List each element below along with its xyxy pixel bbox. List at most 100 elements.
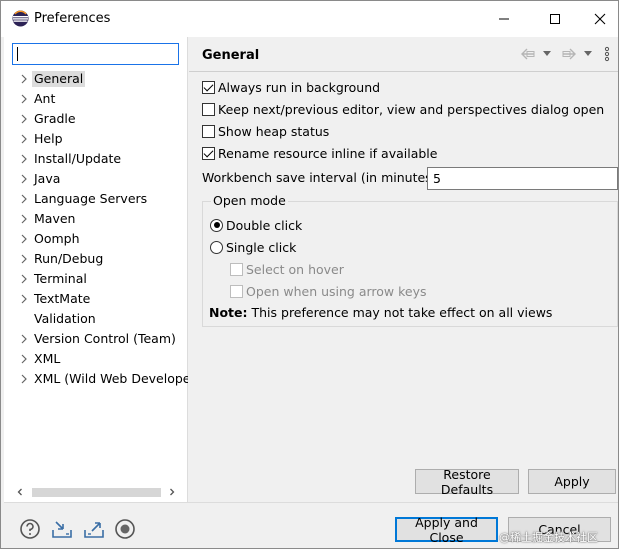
maximize-icon — [550, 14, 560, 24]
window-title: Preferences — [34, 11, 111, 26]
filter-input[interactable] — [12, 43, 179, 65]
apply-and-close-button[interactable]: Apply and Close — [395, 515, 498, 545]
tree-item[interactable]: Help — [4, 129, 188, 149]
forward-arrow-icon[interactable] — [560, 45, 578, 63]
horizontal-scrollbar[interactable] — [12, 484, 182, 500]
chevron-right-icon[interactable] — [19, 174, 29, 184]
header-separator — [189, 71, 618, 72]
always-run-background-option[interactable]: Always run in background — [202, 77, 380, 97]
chevron-right-icon[interactable] — [19, 234, 29, 244]
chevron-right-icon[interactable] — [19, 94, 29, 104]
tree-item[interactable]: Oomph — [4, 229, 188, 249]
tree-item-label: Ant — [34, 91, 56, 106]
tree-item[interactable]: General — [4, 69, 188, 89]
scrollbar-thumb[interactable] — [32, 488, 161, 497]
chevron-right-icon[interactable] — [19, 114, 29, 124]
tree-item[interactable]: TextMate — [4, 289, 188, 309]
tree-item-label: Validation — [34, 311, 96, 326]
export-preferences-icon[interactable] — [82, 517, 106, 541]
close-button[interactable] — [577, 1, 619, 37]
tree-item[interactable]: Gradle — [4, 109, 188, 129]
always-run-background-checkbox[interactable] — [202, 80, 215, 94]
preferences-dialog: Preferences General Ant Gradle Help Install/… — [0, 0, 619, 549]
tree-item-label: Language Servers — [34, 191, 148, 206]
show-heap-status-option[interactable]: Show heap status — [202, 121, 329, 141]
tree-item[interactable]: Maven — [4, 209, 188, 229]
chevron-right-icon[interactable] — [19, 254, 29, 264]
show-heap-status-checkbox[interactable] — [202, 124, 215, 138]
title-bar[interactable]: Preferences — [1, 1, 618, 37]
double-click-radio[interactable] — [210, 218, 223, 232]
chevron-right-icon[interactable] — [19, 134, 29, 144]
save-interval-input[interactable] — [427, 167, 618, 190]
forward-dropdown-icon[interactable] — [579, 45, 597, 63]
chevron-right-icon[interactable] — [19, 194, 29, 204]
open-mode-note: Note: This preference may not take effec… — [209, 305, 553, 320]
maximize-button[interactable] — [532, 1, 578, 37]
save-interval-label: Workbench save interval (in minutes): — [202, 170, 441, 185]
watermark-text: @稀土掘金技术社区 — [499, 531, 598, 544]
back-arrow-icon[interactable] — [519, 45, 537, 63]
tree-item[interactable]: Validation — [4, 309, 188, 329]
open-arrow-keys-option: Open when using arrow keys — [230, 281, 427, 301]
chevron-right-icon[interactable] — [19, 154, 29, 164]
eclipse-icon — [12, 10, 29, 27]
view-menu-icon[interactable] — [598, 45, 616, 63]
tree-item[interactable]: XML — [4, 349, 188, 369]
tree-item[interactable]: Run/Debug — [4, 249, 188, 269]
chevron-right-icon[interactable] — [19, 74, 29, 84]
text-caret — [17, 47, 18, 61]
tree-item-label: XML — [34, 351, 61, 366]
minimize-icon — [499, 18, 509, 20]
footer-separator — [4, 502, 618, 503]
tree-item-label: Install/Update — [34, 151, 122, 166]
chevron-right-icon[interactable] — [19, 274, 29, 284]
tree-item-label: Oomph — [34, 231, 80, 246]
minimize-button[interactable] — [481, 1, 527, 37]
chevron-right-icon[interactable] — [19, 294, 29, 304]
keep-next-previous-option[interactable]: Keep next/previous editor, view and pers… — [202, 99, 604, 119]
chevron-right-icon[interactable] — [19, 334, 29, 344]
tree-item-label: Maven — [34, 211, 76, 226]
keep-next-previous-checkbox[interactable] — [202, 102, 215, 116]
preference-page: General Always run in background Keep ne… — [189, 37, 618, 502]
scroll-left-icon[interactable] — [14, 486, 26, 498]
tree-item[interactable]: XML (Wild Web Developer) — [4, 369, 188, 389]
open-arrow-keys-checkbox — [230, 284, 243, 298]
tree-item[interactable]: Java — [4, 169, 188, 189]
tree-item-label: Run/Debug — [34, 251, 104, 266]
tree-item-label: XML (Wild Web Developer) — [34, 371, 188, 386]
tree-item-label: Version Control (Team) — [34, 331, 176, 346]
single-click-radio[interactable] — [210, 240, 223, 254]
restore-defaults-button[interactable]: Restore Defaults — [415, 467, 519, 497]
import-preferences-icon[interactable] — [50, 517, 74, 541]
help-icon[interactable] — [18, 517, 42, 541]
tree-item[interactable]: Version Control (Team) — [4, 329, 188, 349]
record-icon[interactable] — [113, 517, 137, 541]
chevron-right-icon[interactable] — [19, 214, 29, 224]
tree-item-label: Java — [34, 171, 61, 186]
open-mode-title: Open mode — [211, 193, 288, 208]
rename-inline-option[interactable]: Rename resource inline if available — [202, 143, 437, 163]
tree-item-label: General — [32, 71, 86, 87]
apply-button[interactable]: Apply — [528, 469, 616, 494]
tree-item-label: Gradle — [34, 111, 76, 126]
chevron-right-icon[interactable] — [19, 374, 29, 384]
tree-item-label: Terminal — [34, 271, 87, 286]
tree-item[interactable]: Terminal — [4, 269, 188, 289]
tree-item[interactable]: Install/Update — [4, 149, 188, 169]
chevron-right-icon[interactable] — [19, 354, 29, 364]
tree-item-label: Help — [34, 131, 63, 146]
rename-inline-checkbox[interactable] — [202, 146, 215, 160]
select-on-hover-option: Select on hover — [230, 259, 344, 279]
tree-item-label: TextMate — [34, 291, 91, 306]
back-dropdown-icon[interactable] — [538, 45, 556, 63]
preferences-tree-pane: General Ant Gradle Help Install/Update Java La… — [4, 37, 188, 502]
double-click-option[interactable]: Double click — [210, 215, 302, 235]
scroll-right-icon[interactable] — [166, 486, 178, 498]
select-on-hover-checkbox — [230, 262, 243, 276]
page-title: General — [202, 48, 260, 63]
tree-item[interactable]: Ant — [4, 89, 188, 109]
single-click-option[interactable]: Single click — [210, 237, 296, 257]
tree-item[interactable]: Language Servers — [4, 189, 188, 209]
